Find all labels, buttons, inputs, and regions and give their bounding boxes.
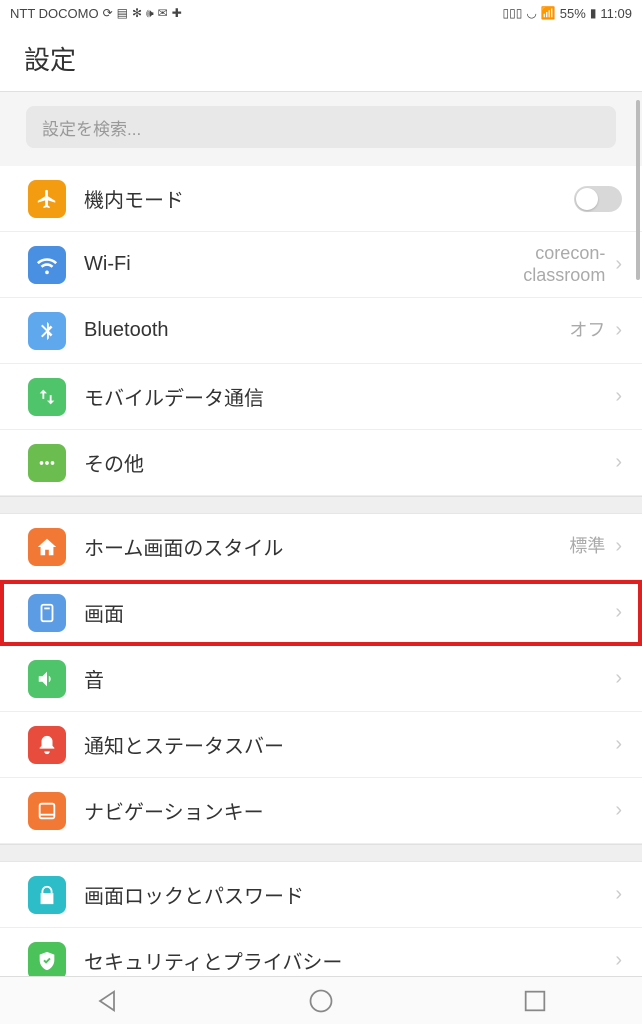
row-label: 音	[84, 664, 615, 693]
row-value: オフ	[569, 320, 605, 342]
chevron-right-icon: ›	[615, 667, 622, 690]
row-label: その他	[84, 448, 615, 477]
mail-icon: ✉	[158, 6, 168, 20]
search-placeholder: 設定を検索...	[42, 115, 141, 140]
scrollbar[interactable]	[634, 100, 640, 920]
battery-label: 55%	[560, 6, 586, 21]
chevron-right-icon: ›	[615, 733, 622, 756]
page-title: 設定	[24, 40, 76, 77]
row-lock[interactable]: 画面ロックとパスワード ›	[0, 862, 642, 928]
fan-icon: ✻	[132, 6, 142, 20]
time-label: 11:09	[600, 6, 632, 21]
navigation-bar	[0, 976, 642, 1024]
row-airplane[interactable]: 機内モード	[0, 166, 642, 232]
chevron-right-icon: ›	[615, 385, 622, 408]
shield-icon	[28, 942, 66, 980]
row-sound[interactable]: 音 ›	[0, 646, 642, 712]
row-bluetooth[interactable]: Bluetooth オフ ›	[0, 298, 642, 364]
lock-icon	[28, 876, 66, 914]
screen-icon	[28, 594, 66, 632]
recent-button[interactable]	[521, 987, 549, 1015]
row-value: corecon- classroom	[523, 243, 605, 286]
chevron-right-icon: ›	[615, 451, 622, 474]
plus-icon: ✚	[172, 6, 182, 20]
back-button[interactable]	[93, 987, 121, 1015]
wifi-icon	[28, 246, 66, 284]
wifi-status-icon: ◡	[526, 6, 536, 20]
bluetooth-icon	[28, 312, 66, 350]
airplane-icon	[28, 180, 66, 218]
battery-icon: ▮	[590, 6, 597, 20]
row-other[interactable]: その他 ›	[0, 430, 642, 496]
sync-icon: ⟳	[103, 6, 113, 20]
chevron-right-icon: ›	[615, 253, 622, 276]
bell-icon	[28, 726, 66, 764]
chevron-right-icon: ›	[615, 535, 622, 558]
row-mobile-data[interactable]: モバイルデータ通信 ›	[0, 364, 642, 430]
more-icon	[28, 444, 66, 482]
row-value: 標準	[569, 536, 605, 558]
row-label: 画面	[84, 598, 615, 627]
row-nav-key[interactable]: ナビゲーションキー ›	[0, 778, 642, 844]
row-home-style[interactable]: ホーム画面のスタイル 標準 ›	[0, 514, 642, 580]
row-label: モバイルデータ通信	[84, 382, 615, 411]
data-icon	[28, 378, 66, 416]
row-label: ナビゲーションキー	[84, 796, 615, 825]
row-label: Bluetooth	[84, 319, 569, 342]
carrier-label: NTT DOCOMO	[10, 6, 99, 21]
row-label: Wi-Fi	[84, 253, 523, 276]
settings-group-security: 画面ロックとパスワード › セキュリティとプライバシー ›	[0, 862, 642, 994]
row-label: ホーム画面のスタイル	[84, 532, 569, 561]
status-bar: NTT DOCOMO ⟳ ▤ ✻ 🕪 ✉ ✚ ▯▯▯ ◡ 📶 55% ▮ 11:…	[0, 0, 642, 26]
chevron-right-icon: ›	[615, 601, 622, 624]
home-button[interactable]	[307, 987, 335, 1015]
row-label: 画面ロックとパスワード	[84, 880, 615, 909]
settings-group-network: 機内モード Wi-Fi corecon- classroom › Bluetoo…	[0, 166, 642, 496]
navkey-icon	[28, 792, 66, 830]
sound-icon	[28, 660, 66, 698]
signal-icon: 📶	[541, 6, 556, 20]
chevron-right-icon: ›	[615, 319, 622, 342]
section-divider	[0, 844, 642, 862]
settings-group-display: ホーム画面のスタイル 標準 › 画面 › 音 › 通知とステータスバー › ナビ…	[0, 514, 642, 844]
row-screen[interactable]: 画面 ›	[0, 580, 642, 646]
section-divider	[0, 496, 642, 514]
page-header: 設定	[0, 26, 642, 92]
search-input[interactable]: 設定を検索...	[26, 106, 616, 148]
home-icon	[28, 528, 66, 566]
chevron-right-icon: ›	[615, 883, 622, 906]
vibrate-icon: ▯▯▯	[503, 6, 523, 20]
chevron-right-icon: ›	[615, 799, 622, 822]
row-wifi[interactable]: Wi-Fi corecon- classroom ›	[0, 232, 642, 298]
airplane-toggle[interactable]	[574, 186, 622, 212]
row-label: セキュリティとプライバシー	[84, 946, 615, 975]
row-notify[interactable]: 通知とステータスバー ›	[0, 712, 642, 778]
row-label: 機内モード	[84, 184, 574, 213]
chevron-right-icon: ›	[615, 949, 622, 972]
row-label: 通知とステータスバー	[84, 730, 615, 759]
voice-icon: 🕪	[146, 6, 154, 21]
calendar-icon: ▤	[117, 6, 128, 20]
